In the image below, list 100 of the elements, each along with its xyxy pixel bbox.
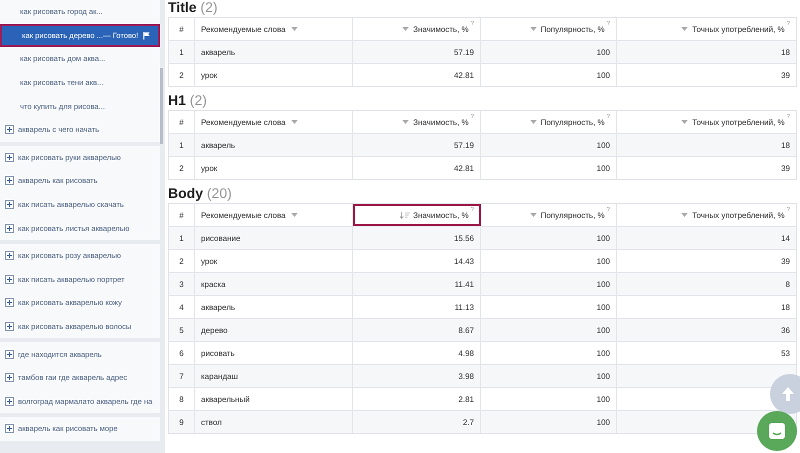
- table-cell: рисование: [201, 234, 240, 242]
- table-cell: 2.81: [458, 394, 474, 404]
- expand-icon[interactable]: [5, 200, 14, 210]
- caret-icon: [290, 120, 298, 124]
- table-cell: 100: [596, 164, 610, 172]
- column-header[interactable]: Точных употреблений, % $^{?}$: [617, 18, 796, 40]
- table-cell: 1: [179, 48, 184, 56]
- table-cell: 39: [781, 256, 790, 266]
- caret-icon: [530, 213, 537, 217]
- table-cell: 8: [786, 280, 790, 288]
- expand-icon[interactable]: [5, 224, 14, 233]
- help-mark[interactable]: ?: [470, 114, 474, 120]
- expand-icon[interactable]: [5, 274, 14, 284]
- table-cell: 2.7: [462, 418, 474, 426]
- expand-icon[interactable]: [5, 176, 14, 186]
- table-cell: 100: [596, 70, 610, 80]
- caret-icon: [530, 27, 537, 31]
- section-title: Body (20): [168, 186, 233, 203]
- table-cell: 100: [596, 326, 610, 334]
- table-cell: 4: [179, 302, 184, 312]
- table-cell: 1: [179, 140, 184, 150]
- table-cell: 53: [781, 348, 790, 358]
- table-cell: 3: [179, 280, 184, 288]
- table-cell: 2: [179, 164, 184, 172]
- table-cell: 8: [179, 394, 184, 404]
- table-cell: 39: [781, 164, 790, 172]
- caret-icon: [681, 27, 688, 31]
- table-cell: 100: [596, 280, 610, 288]
- table-cell: акварель: [201, 48, 236, 56]
- chat-icon: [767, 421, 787, 441]
- table-cell: 100: [596, 394, 610, 404]
- expand-icon[interactable]: [5, 298, 14, 308]
- column-header[interactable]: Значимость, % $^{?}$: [353, 204, 481, 226]
- column-header[interactable]: Точных употреблений, % $^{?}$: [617, 111, 796, 133]
- sort-descending-icon: [400, 212, 410, 218]
- flag-icon: [142, 30, 152, 40]
- table-cell: 100: [596, 140, 610, 150]
- table-cell: 18: [781, 302, 790, 312]
- help-mark[interactable]: ?: [470, 207, 474, 213]
- section-title: H1 (2): [168, 93, 208, 110]
- table-cell: 11.41: [454, 280, 474, 288]
- chat-button[interactable]: [757, 411, 797, 451]
- table-cell: 4.98: [458, 348, 474, 358]
- table-cell: 100: [596, 348, 610, 358]
- help-mark[interactable]: ?: [470, 21, 474, 27]
- caret-icon: [681, 120, 688, 124]
- help-mark[interactable]: ?: [786, 207, 790, 213]
- table-cell: 100: [596, 418, 610, 426]
- table-cell: 100: [596, 372, 610, 380]
- table-cell: акварель: [201, 302, 236, 312]
- table-cell: 3.98: [458, 372, 474, 380]
- table-cell: 100: [596, 256, 610, 266]
- table-cell: дерево: [201, 326, 228, 334]
- caret-icon: [681, 213, 688, 217]
- table-cell: 42.81: [454, 70, 474, 80]
- table-cell: урок: [201, 70, 218, 80]
- help-mark[interactable]: ?: [606, 207, 610, 213]
- table-cell: 2: [179, 256, 184, 266]
- table-cell: 100: [596, 48, 610, 56]
- table-cell: 6: [179, 348, 184, 358]
- table-cell: акварельный: [201, 394, 250, 404]
- caret-icon: [402, 120, 410, 124]
- table-cell: акварель: [201, 140, 236, 150]
- expand-icon[interactable]: [5, 424, 14, 434]
- table-cell: 18: [781, 140, 790, 150]
- expand-icon[interactable]: [5, 350, 14, 359]
- expand-icon[interactable]: [5, 152, 14, 162]
- table-cell: 42.81: [454, 164, 474, 172]
- caret-icon: [290, 27, 298, 31]
- table-cell: 100: [596, 302, 610, 312]
- column-header[interactable]: Точных употреблений, % $^{?}$: [617, 204, 796, 226]
- table-cell: 8.67: [458, 326, 474, 334]
- help-mark[interactable]: ?: [606, 114, 610, 120]
- expand-icon[interactable]: [5, 322, 14, 332]
- table-cell: урок: [201, 256, 218, 266]
- table-cell: 18: [781, 48, 790, 56]
- help-mark[interactable]: ?: [786, 114, 790, 120]
- scrollbar[interactable]: [160, 68, 163, 144]
- caret-icon: [530, 120, 537, 124]
- table-cell: 57.19: [454, 48, 474, 56]
- expand-icon[interactable]: [5, 125, 14, 134]
- section-title: Title (2): [168, 0, 219, 17]
- table-cell: 15.56: [454, 234, 474, 242]
- table-cell: рисовать: [201, 348, 235, 358]
- table-cell: краска: [201, 280, 226, 288]
- help-mark[interactable]: ?: [606, 21, 610, 27]
- table-cell: урок: [201, 164, 218, 172]
- table-cell: 100: [596, 234, 610, 242]
- table-cell: 5: [179, 326, 184, 334]
- expand-icon[interactable]: [5, 251, 14, 260]
- table-cell: 14: [781, 234, 790, 242]
- help-mark[interactable]: ?: [786, 21, 790, 27]
- expand-icon[interactable]: [5, 396, 14, 406]
- expand-icon[interactable]: [5, 373, 14, 382]
- table-cell: 2: [179, 70, 184, 80]
- table-cell: 57.19: [454, 140, 474, 150]
- caret-icon: [402, 27, 410, 31]
- table-cell: 39: [781, 70, 790, 80]
- table-cell: 1: [179, 234, 184, 242]
- table-cell: 9: [179, 418, 184, 426]
